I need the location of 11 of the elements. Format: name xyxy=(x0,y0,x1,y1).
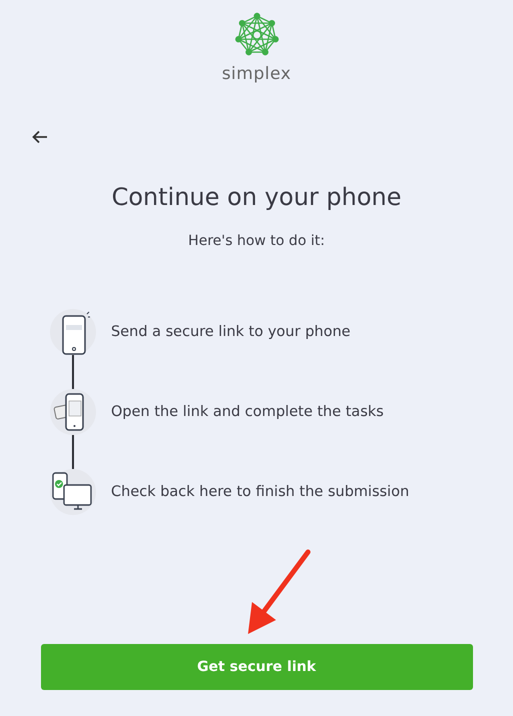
subtitle: Here's how to do it: xyxy=(188,233,325,249)
step-text: Send a secure link to your phone xyxy=(111,324,350,340)
phone-icon xyxy=(50,309,96,355)
step-text: Open the link and complete the tasks xyxy=(111,404,384,420)
step-text: Check back here to finish the submission xyxy=(111,484,410,500)
phone-document-icon xyxy=(50,389,96,435)
get-link-button[interactable]: Get secure link xyxy=(40,644,472,690)
logo-wordmark: simplex xyxy=(222,64,292,84)
network-logo-icon xyxy=(234,12,280,58)
page-title: Continue on your phone xyxy=(112,183,402,211)
phone-monitor-check-icon xyxy=(50,469,96,515)
